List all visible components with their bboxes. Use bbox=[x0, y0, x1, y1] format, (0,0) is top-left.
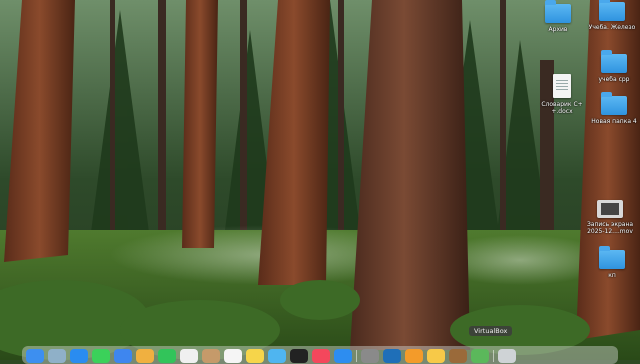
desktop-icon-label: Новая папка 4 bbox=[591, 118, 637, 125]
desktop-icon-label: Архив bbox=[548, 26, 568, 33]
mail-icon[interactable] bbox=[114, 349, 132, 363]
folder-icon bbox=[599, 246, 625, 269]
desktop-icon-label: учеба срр bbox=[598, 76, 630, 83]
app-brown-icon[interactable] bbox=[449, 349, 467, 363]
messages-icon[interactable] bbox=[92, 349, 110, 363]
app-store-icon[interactable] bbox=[334, 349, 352, 363]
apple-tv-icon[interactable] bbox=[290, 349, 308, 363]
dock-tooltip: VirtualBox bbox=[469, 326, 513, 336]
photos-icon[interactable] bbox=[136, 349, 154, 363]
trash-icon[interactable] bbox=[498, 349, 516, 363]
app-green-icon[interactable] bbox=[471, 349, 489, 363]
desktop-folder-new-folder-4[interactable]: Новая папка 4 bbox=[582, 92, 640, 125]
dock-separator bbox=[493, 350, 494, 362]
desktop-icon-label: Словарик С+ +.docx bbox=[539, 101, 585, 115]
virtualbox-icon[interactable] bbox=[383, 349, 401, 363]
facetime-icon[interactable] bbox=[158, 349, 176, 363]
desktop-icon-label: Запись экрана 2025-12....mov bbox=[584, 221, 636, 235]
finder-icon[interactable] bbox=[26, 349, 44, 363]
notes-icon[interactable] bbox=[246, 349, 264, 363]
document-icon bbox=[553, 74, 571, 98]
desktop-wallpaper bbox=[0, 0, 640, 360]
folder-icon bbox=[601, 92, 627, 115]
launchpad-icon[interactable] bbox=[48, 349, 66, 363]
folder-icon bbox=[601, 50, 627, 73]
dock-separator bbox=[356, 350, 357, 362]
desktop-folder-kp[interactable]: кп bbox=[580, 246, 640, 279]
desktop-icon-label-text: Запись экрана 2025-12....mov bbox=[586, 221, 634, 235]
folder-icon bbox=[599, 0, 625, 21]
desktop-icon-label: Учеба. Железо bbox=[588, 24, 636, 31]
calendar-icon[interactable] bbox=[180, 349, 198, 363]
dock bbox=[22, 346, 618, 364]
music-icon[interactable] bbox=[312, 349, 330, 363]
folder-icon bbox=[545, 0, 571, 23]
desktop-folder-study-hardware[interactable]: Учеба. Железо bbox=[580, 0, 640, 31]
reminders-icon[interactable] bbox=[224, 349, 242, 363]
desktop-icon-label: кп bbox=[608, 272, 616, 279]
desktop-file-screen-recording[interactable]: Запись экрана 2025-12....mov bbox=[578, 200, 640, 235]
freeform-icon[interactable] bbox=[268, 349, 286, 363]
app-orange-icon[interactable] bbox=[405, 349, 423, 363]
app-yellow-icon[interactable] bbox=[427, 349, 445, 363]
settings-icon[interactable] bbox=[361, 349, 379, 363]
movie-icon bbox=[597, 200, 623, 218]
safari-icon[interactable] bbox=[70, 349, 88, 363]
contacts-icon[interactable] bbox=[202, 349, 220, 363]
desktop-icon-label-text: Словарик С+ +.docx bbox=[541, 101, 583, 115]
